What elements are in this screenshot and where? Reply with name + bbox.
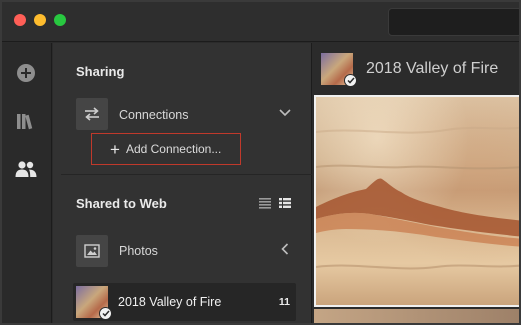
- plus-icon: +: [110, 139, 120, 159]
- album-title: 2018 Valley of Fire: [366, 60, 499, 77]
- people-icon[interactable]: [15, 158, 37, 180]
- photos-label[interactable]: Photos: [119, 244, 158, 258]
- album-row[interactable]: 2018 Valley of Fire 11: [73, 283, 296, 321]
- image-icon: [76, 235, 108, 267]
- list-view-icon[interactable]: [259, 197, 271, 209]
- shared-check-icon: [344, 74, 357, 87]
- connections-arrows-icon: [76, 98, 108, 130]
- connections-label[interactable]: Connections: [119, 108, 189, 122]
- selected-photo[interactable]: [314, 95, 519, 307]
- left-rail: [2, 43, 52, 323]
- detail-list-view-icon[interactable]: [279, 197, 291, 209]
- app-window: Sharing Connections + Add Connection... …: [0, 0, 521, 325]
- album-count: 11: [278, 296, 290, 308]
- search-input[interactable]: [388, 8, 519, 36]
- divider: [61, 174, 312, 175]
- view-mode-toggle: [259, 197, 291, 209]
- shared-check-icon: [99, 307, 112, 320]
- zoom-window-button[interactable]: [54, 14, 66, 26]
- shared-to-web-heading: Shared to Web: [76, 196, 167, 211]
- minimize-window-button[interactable]: [34, 14, 46, 26]
- add-icon[interactable]: [15, 62, 37, 84]
- library-icon[interactable]: [15, 110, 37, 132]
- album-name: 2018 Valley of Fire: [118, 295, 222, 309]
- sharing-panel: Sharing Connections + Add Connection... …: [53, 43, 312, 323]
- add-connection-button[interactable]: + Add Connection...: [91, 133, 241, 165]
- sharing-heading: Sharing: [76, 64, 125, 79]
- album-view: 2018 Valley of Fire: [313, 43, 519, 323]
- chevron-left-icon[interactable]: [281, 243, 289, 258]
- close-window-button[interactable]: [14, 14, 26, 26]
- next-photo[interactable]: [314, 309, 519, 323]
- chevron-down-icon[interactable]: [279, 106, 291, 120]
- add-connection-label: Add Connection...: [125, 142, 222, 156]
- title-bar: [2, 2, 519, 42]
